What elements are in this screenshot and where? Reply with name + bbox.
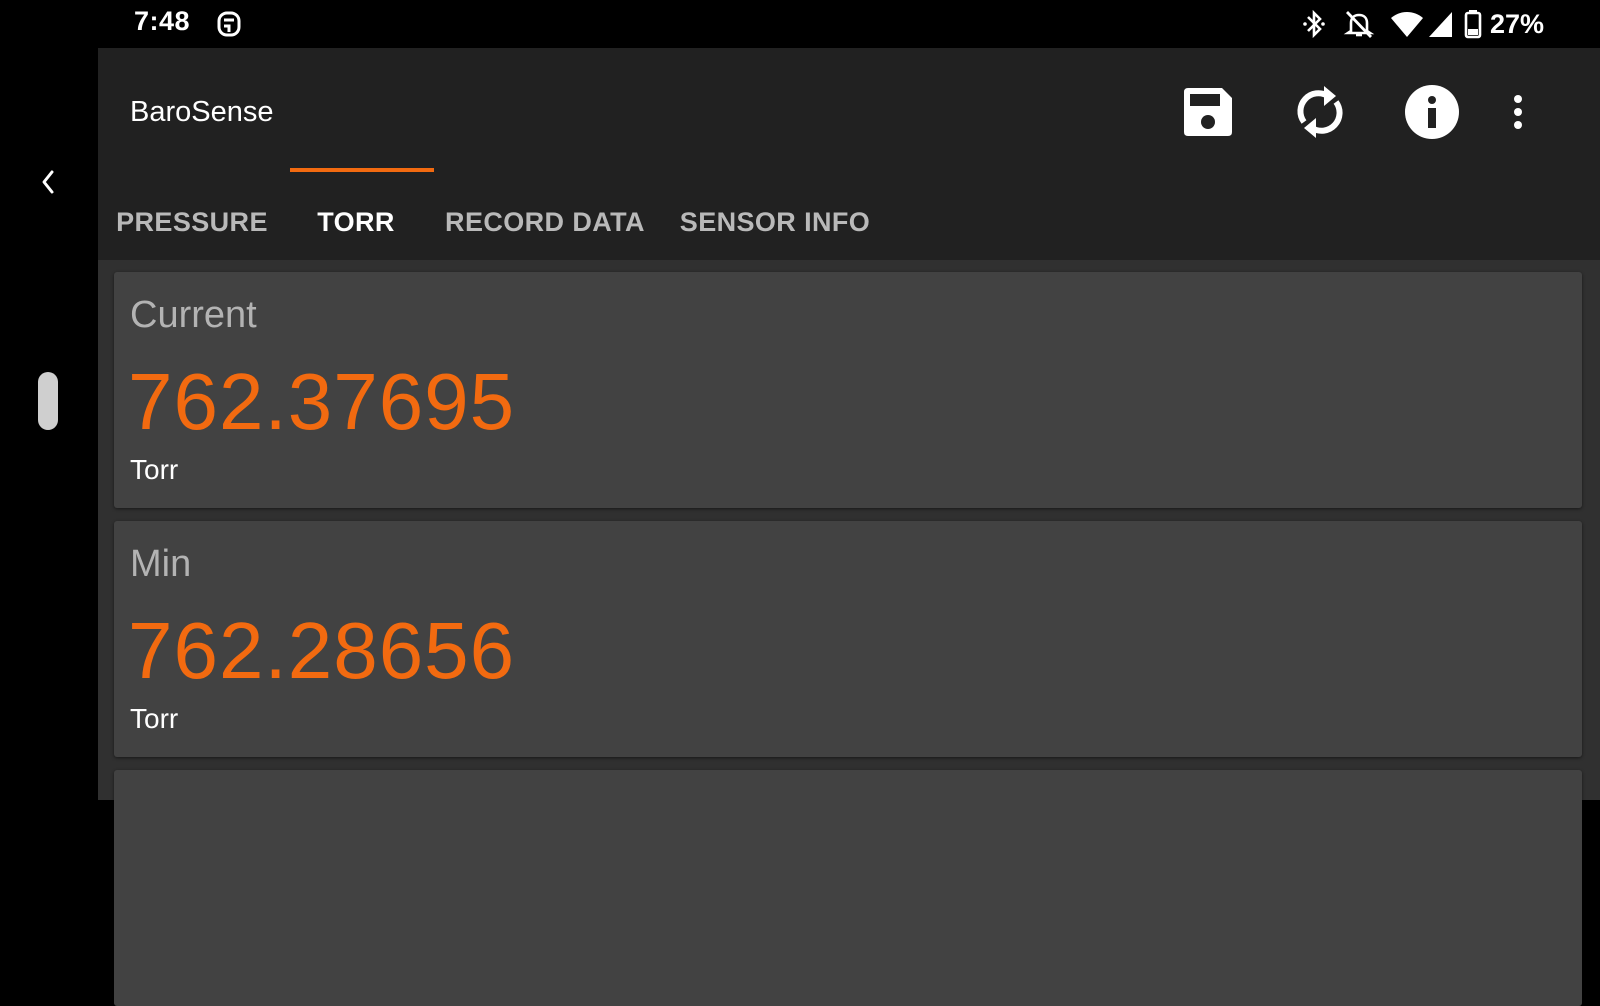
- current-unit: Torr: [130, 454, 179, 485]
- tab-bar: PRESSURE TORR RECORD DATA SENSOR INFO: [98, 184, 1600, 260]
- cell-signal-icon: [1428, 12, 1452, 37]
- min-unit: Torr: [130, 703, 179, 734]
- side-rail: [0, 48, 98, 800]
- overflow-menu-icon: [1514, 95, 1522, 129]
- app-bar: BaroSense PRESSURE TORR RECORD DATA SENS…: [98, 48, 1600, 260]
- save-icon: [1184, 88, 1232, 136]
- overflow-menu-button[interactable]: [1494, 82, 1542, 142]
- tab-torr[interactable]: TORR: [284, 184, 428, 260]
- refresh-button[interactable]: [1290, 82, 1350, 142]
- current-value: 762.37695: [128, 357, 516, 446]
- current-card: Current 762.37695 Torr: [114, 272, 1582, 508]
- bluetooth-icon: [1303, 9, 1325, 39]
- tab-pressure[interactable]: PRESSURE: [98, 184, 286, 260]
- app-notification-icon: [217, 11, 241, 37]
- min-card: Min 762.28656 Torr: [114, 521, 1582, 757]
- refresh-icon: [1297, 86, 1343, 138]
- active-tab-indicator: [290, 168, 434, 172]
- wifi-icon: [1390, 12, 1423, 37]
- notifications-off-icon: [1343, 11, 1375, 38]
- back-chevron-icon[interactable]: [36, 164, 60, 200]
- current-label: Current: [130, 294, 257, 336]
- status-bar: 7:48 27%: [0, 0, 1600, 48]
- tab-record-data[interactable]: RECORD DATA: [428, 184, 662, 260]
- min-label: Min: [130, 543, 192, 585]
- next-card-partial: [114, 770, 1582, 1006]
- tab-sensor-info[interactable]: SENSOR INFO: [662, 184, 888, 260]
- drag-handle[interactable]: [38, 372, 58, 430]
- battery-icon: [1464, 10, 1482, 39]
- status-time: 7:48: [134, 6, 191, 36]
- min-value: 762.28656: [128, 606, 516, 695]
- save-button[interactable]: [1178, 82, 1238, 142]
- info-icon: [1405, 85, 1459, 139]
- info-button[interactable]: [1402, 82, 1462, 142]
- status-icons: 27%: [1302, 8, 1544, 40]
- content-area: Current 762.37695 Torr Min 762.28656 Tor…: [98, 260, 1600, 1006]
- battery-percent: 27%: [1489, 8, 1544, 39]
- app-title: BaroSense: [130, 96, 274, 128]
